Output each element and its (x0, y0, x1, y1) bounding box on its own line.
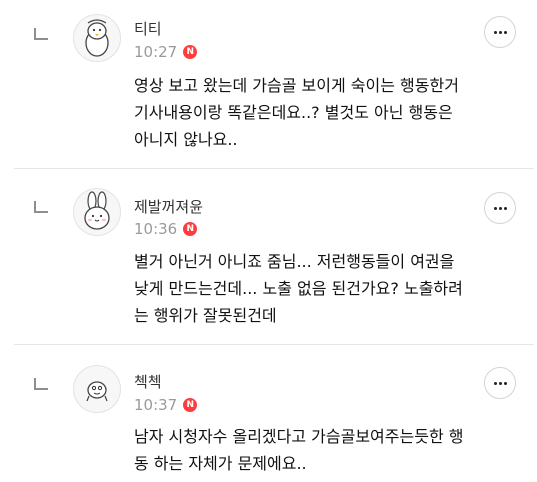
reply-arrow-icon (34, 201, 48, 213)
reply-arrow-icon (34, 28, 48, 40)
comment-line: 는 행위가 잘못된건데 (134, 306, 277, 325)
comment-line: 기사내용이랑 똑같은데요..? 별것도 아닌 행동은 (134, 103, 453, 122)
more-options-button[interactable] (484, 192, 516, 224)
dot-icon (493, 206, 497, 210)
new-badge-icon: N (183, 222, 198, 236)
reply-arrow-icon (34, 378, 48, 390)
dot-icon (503, 381, 507, 385)
dot-icon (503, 206, 507, 210)
comment-line: 남자 시청자수 올리겠다고 가슴골보여주는듯한 행 (134, 427, 464, 446)
comment-line: 영상 보고 왔는데 가슴골 보이게 숙이는 행동한거 (134, 76, 459, 95)
new-badge-icon: N (183, 398, 198, 412)
comment-time: 10:27 (134, 43, 178, 61)
comment-line: 별거 아닌거 아니죠 줌님... 저런행동들이 여권을 (134, 252, 455, 271)
comment-body: 영상 보고 왔는데 가슴골 보이게 숙이는 행동한거 기사내용이랑 똑같은데요.… (134, 72, 534, 153)
dot-icon (498, 206, 502, 210)
comment-nickname[interactable]: 첵첵 (134, 371, 162, 392)
comment-line: 아니지 않나요.. (134, 130, 238, 149)
bunny-avatar-icon[interactable] (73, 188, 121, 236)
comment-nickname[interactable]: 제발꺼져윤 (134, 196, 203, 217)
comment-meta: 10:36 N (134, 220, 198, 238)
divider (14, 168, 534, 169)
comment-meta: 10:27 N (134, 43, 198, 61)
dot-icon (493, 381, 497, 385)
divider (14, 344, 534, 345)
dot-icon (498, 381, 502, 385)
comment-line: 낮게 만드는건데... 노출 없음 된건가요? 노출하려 (134, 279, 463, 298)
comment-time: 10:37 (134, 396, 178, 414)
dot-icon (498, 30, 502, 34)
comment-nickname[interactable]: 티티 (134, 18, 162, 39)
dot-icon (493, 30, 497, 34)
new-badge-icon: N (183, 45, 198, 59)
more-options-button[interactable] (484, 16, 516, 48)
comment-line: 동 하는 자체가 문제에요.. (134, 454, 307, 473)
penguin-avatar-icon[interactable] (73, 14, 121, 62)
face-avatar-icon[interactable] (73, 365, 121, 413)
comment-time: 10:36 (134, 220, 178, 238)
more-options-button[interactable] (484, 367, 516, 399)
comment-body: 별거 아닌거 아니죠 줌님... 저런행동들이 여권을 낮게 만드는건데... … (134, 248, 534, 329)
dot-icon (503, 30, 507, 34)
comment-body: 남자 시청자수 올리겠다고 가슴골보여주는듯한 행 동 하는 자체가 문제에요.… (134, 423, 534, 477)
comment-meta: 10:37 N (134, 396, 198, 414)
